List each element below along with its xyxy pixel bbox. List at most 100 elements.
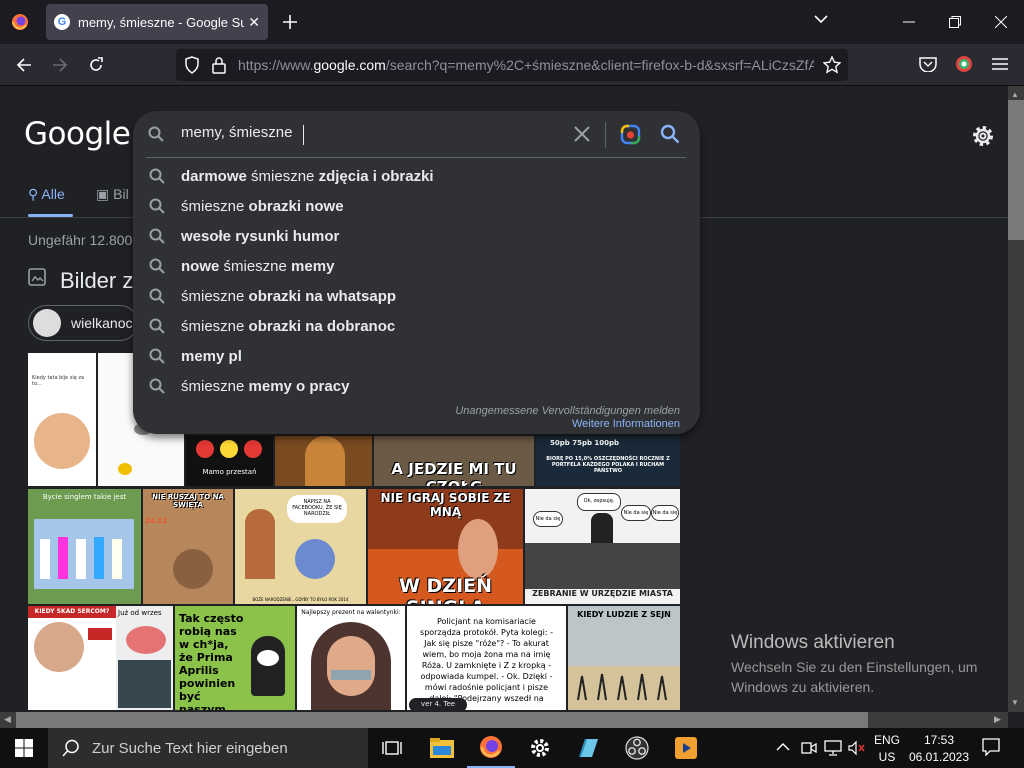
minimize-icon[interactable] [886, 0, 932, 44]
image-result[interactable]: NIE IGRAJ SOBIE ZE MNĄ W DZIEŃ SINGLA [368, 489, 523, 604]
suggestion-item[interactable]: śmieszne memy o pracy [133, 371, 700, 401]
volume-muted-icon[interactable] [848, 740, 866, 756]
pocket-icon[interactable] [919, 56, 937, 72]
scroll-up-arrow-icon[interactable]: ▲ [1011, 90, 1019, 99]
image-result[interactable]: Najlepszy prezent na walentynki: [297, 606, 405, 710]
obs-taskbar-icon[interactable] [613, 728, 661, 768]
related-chip[interactable]: wielkanoc [28, 305, 138, 341]
restore-icon[interactable] [932, 0, 978, 44]
google-lens-icon[interactable] [620, 124, 641, 145]
task-view-icon[interactable] [368, 728, 416, 768]
video-editor-taskbar-icon[interactable] [662, 728, 710, 768]
child-photo [34, 413, 90, 469]
new-tab-icon[interactable] [278, 10, 302, 34]
result-stats: Ungefähr 12.800 [28, 232, 133, 248]
report-predictions-link[interactable]: Unangemessene Vervollständigungen melden [420, 405, 680, 417]
search-input[interactable]: memy, śmieszne [181, 124, 292, 141]
scroll-right-arrow-icon[interactable]: ▶ [994, 714, 1001, 725]
scroll-left-arrow-icon[interactable]: ◀ [4, 714, 11, 725]
image-caption: BIORĘ PO 15,0% OSZCZĘDNOŚCI ROCZNIE Z PO… [546, 456, 670, 474]
url-text[interactable]: https://www.google.com/search?q=memy%2C+… [238, 57, 814, 75]
tab-images-label: Bil [113, 186, 129, 202]
suggestion-text: wesołe rysunki humor [181, 227, 340, 245]
activation-watermark-title: Windows aktivieren [731, 632, 895, 653]
chip-avatar [33, 309, 61, 337]
watermark-line: Wechseln Sie zu den Einstellungen, um [731, 659, 978, 675]
image-icon: ▣ [96, 186, 110, 202]
hamburger-menu-icon[interactable] [992, 57, 1008, 71]
clock[interactable]: 17:53 06.01.2023 [906, 732, 972, 766]
close-window-icon[interactable] [978, 0, 1024, 44]
image-result[interactable]: 50pb 75pb 100pb BIORĘ PO 15,0% OSZCZĘDNO… [536, 436, 680, 486]
image-result[interactable]: NIE RUSZAJ TO NA ŚWIĘTA 24.12 [143, 489, 233, 604]
suggestion-item[interactable]: śmieszne obrazki nowe [133, 191, 700, 221]
windows-start-icon[interactable] [0, 728, 48, 768]
image-result[interactable]: NAPISZ NA FACEBOOKU, ŻE SIĘ NARODZIŁ BOŻ… [235, 489, 366, 604]
search-divider [605, 122, 606, 148]
comic-footer: BOŻE NARODZENIE...GDYBY TO BYŁO ROK 2014 [252, 597, 349, 602]
image-result[interactable]: Bycie singlem takie jest [28, 489, 141, 604]
image-result[interactable]: Kiedy tata bije się za to... [28, 353, 96, 486]
suggestion-item[interactable]: śmieszne obrazki na dobranoc [133, 311, 700, 341]
suggestion-item[interactable]: wesołe rysunki humor [133, 221, 700, 251]
search-submit-icon[interactable] [660, 124, 680, 144]
language-indicator[interactable]: ENG US [874, 732, 900, 766]
notifications-icon[interactable] [982, 738, 1000, 756]
image-result[interactable] [275, 436, 372, 486]
taskbar-search-placeholder: Zur Suche Text hier eingeben [92, 739, 288, 757]
list-all-tabs-icon[interactable] [814, 12, 828, 26]
watermark-line: Windows zu aktivieren. [731, 679, 875, 695]
language-code: ENG [874, 733, 901, 747]
meet-now-icon[interactable] [801, 740, 817, 756]
image-result[interactable]: Już od wrzes [116, 606, 173, 710]
suggestion-item[interactable]: darmowe śmieszne zdjęcia i obrazki [133, 161, 700, 191]
search-icon [148, 126, 164, 142]
network-icon[interactable] [824, 740, 842, 756]
forward-icon[interactable] [46, 51, 74, 79]
notepad-taskbar-icon[interactable] [564, 728, 612, 768]
tab-images[interactable]: ▣ Bil [96, 186, 129, 203]
vertical-scrollbar-thumb[interactable] [1008, 100, 1024, 240]
bookmark-star-icon[interactable] [823, 56, 841, 74]
close-tab-icon[interactable]: ✕ [248, 14, 260, 31]
suggestion-text: śmieszne obrazki nowe [181, 197, 344, 215]
horizontal-scrollbar-thumb[interactable] [16, 712, 868, 728]
search-icon [149, 168, 165, 184]
image-result[interactable]: Mamo przestań [186, 436, 273, 486]
suggestion-item[interactable]: memy pl [133, 341, 700, 371]
suggestion-text: śmieszne obrazki na dobranoc [181, 317, 396, 335]
settings-gear-icon[interactable] [970, 123, 996, 149]
image-result[interactable]: A JEDZIE MI TU CZOŁG [374, 436, 534, 486]
firefox-menu-icon[interactable] [0, 0, 40, 44]
image-caption: Mamo przestań [202, 468, 257, 476]
scroll-down-arrow-icon[interactable]: ▼ [1011, 698, 1019, 707]
speech-bubble: NAPISZ NA FACEBOOKU, ŻE SIĘ NARODZIŁ [287, 495, 347, 523]
lock-icon[interactable] [212, 56, 226, 74]
file-explorer-icon[interactable] [418, 728, 466, 768]
speech-bubble: Nie da się [621, 505, 651, 521]
image-result[interactable]: Policjant na komisariacie sporządza prot… [407, 606, 566, 710]
extension-icon[interactable] [955, 55, 973, 73]
chip-label: wielkanoc [71, 315, 133, 331]
more-info-link[interactable]: Weitere Informationen [420, 418, 680, 430]
image-caption: 50pb 75pb 100pb [550, 439, 620, 447]
firefox-taskbar-icon[interactable] [467, 728, 515, 768]
reload-icon[interactable] [82, 51, 110, 79]
images-heading[interactable]: Bilder z [60, 268, 133, 294]
back-icon[interactable] [10, 51, 38, 79]
show-hidden-icons-icon[interactable] [776, 740, 790, 754]
tracking-shield-icon[interactable] [184, 56, 200, 74]
clear-search-icon[interactable] [574, 126, 590, 142]
browser-tab[interactable]: G memy, śmieszne - Google Suche ✕ [46, 4, 268, 40]
activation-watermark-text: Wechseln Sie zu den Einstellungen, um Wi… [731, 657, 991, 697]
image-result[interactable]: KIEDY SKAD SERCOM? [28, 606, 116, 710]
image-result[interactable]: Ok, zepsuję. Nie da się Nie da się Nie d… [525, 489, 680, 604]
image-result[interactable]: KIEDY LUDZIE Z SEJN [568, 606, 680, 710]
suggestion-item[interactable]: nowe śmieszne memy [133, 251, 700, 281]
settings-taskbar-icon[interactable] [516, 728, 564, 768]
google-logo[interactable]: Google [24, 116, 131, 152]
tab-all[interactable]: ⚲ Alle [28, 186, 65, 203]
suggestion-item[interactable]: śmieszne obrazki na whatsapp [133, 281, 700, 311]
taskbar-search-box[interactable]: Zur Suche Text hier eingeben [48, 728, 368, 768]
image-result[interactable]: Tak często robią nas w ch*ja, że Prima A… [175, 606, 295, 710]
